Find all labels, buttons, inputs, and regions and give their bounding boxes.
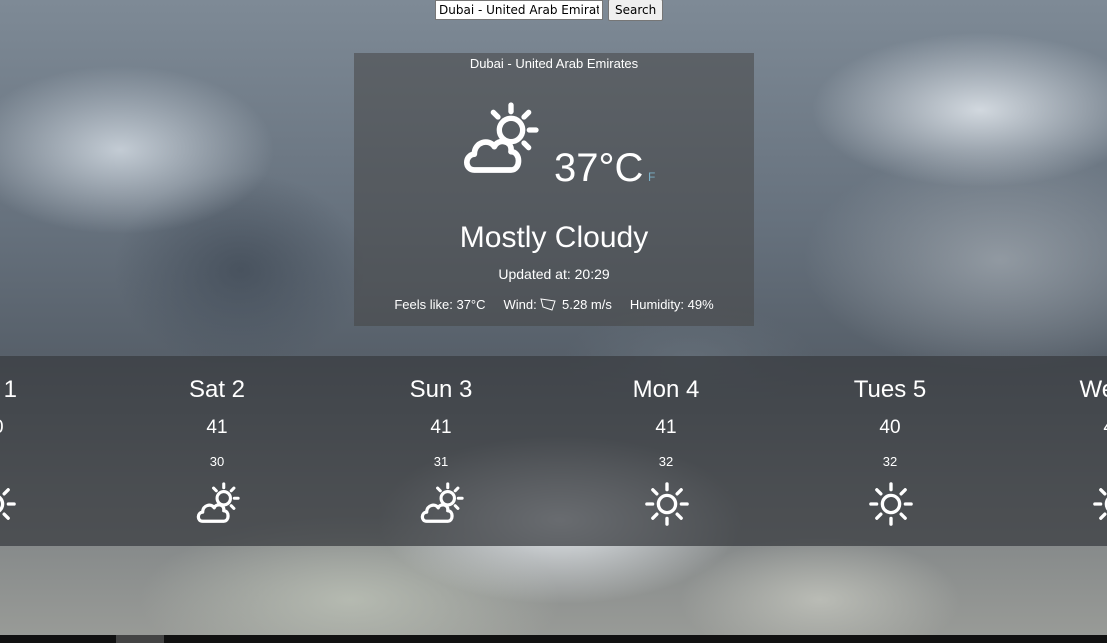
forecast-day-name: Mon 4 xyxy=(632,376,700,403)
sun-icon xyxy=(1092,481,1107,527)
partly-cloudy-icon xyxy=(195,481,241,527)
forecast-day-name: Wed 6 xyxy=(1079,376,1107,403)
updated-time: Updated at: 20:29 xyxy=(498,266,610,282)
forecast-low: 30 xyxy=(0,454,53,469)
condition-text: Mostly Cloudy xyxy=(459,221,649,254)
forecast-low: 32 xyxy=(1054,454,1107,469)
forecast-day-name: Tues 5 xyxy=(853,376,927,403)
wind-direction-icon xyxy=(540,297,557,314)
forecast-high: 40 xyxy=(879,417,901,438)
unit-toggle-link[interactable]: F xyxy=(648,170,655,184)
sun-icon xyxy=(644,481,690,527)
forecast-low: 32 xyxy=(658,454,674,469)
forecast-high: 40 xyxy=(0,417,53,439)
location-title: Dubai - United Arab Emirates xyxy=(469,56,639,71)
current-temperature: 37°C xyxy=(554,146,644,190)
search-bar: Search xyxy=(435,0,664,21)
search-input[interactable] xyxy=(435,0,603,20)
bottom-scrollbar[interactable] xyxy=(0,635,1107,643)
forecast-low: 30 xyxy=(209,454,225,469)
search-button[interactable]: Search xyxy=(608,0,664,21)
wind-label: Wind: xyxy=(503,297,537,312)
forecast-strip: Fri 1 40 30 Sat 2 41 30 Sun 3 41 31 Mon … xyxy=(0,356,1107,546)
forecast-high: 41 xyxy=(206,417,228,438)
feels-like: Feels like: 37°C xyxy=(394,297,486,312)
sun-icon xyxy=(0,481,17,527)
weather-stats: Feels like: 37°C Wind: 5.28 m/s Humidity… xyxy=(354,297,754,314)
forecast-day-name: Sun 3 xyxy=(409,376,473,403)
scrollbar-thumb[interactable] xyxy=(116,635,164,643)
forecast-high: 41 xyxy=(1054,417,1107,439)
partly-cloudy-icon xyxy=(419,481,465,527)
forecast-day-name: Sat 2 xyxy=(188,376,246,403)
forecast-low: 32 xyxy=(882,454,898,469)
wind: Wind: 5.28 m/s xyxy=(504,297,612,314)
wind-speed: 5.28 m/s xyxy=(562,297,612,312)
forecast-day-name: Fri 1 xyxy=(0,376,17,403)
forecast-low: 31 xyxy=(433,454,449,469)
forecast-high: 41 xyxy=(430,417,452,438)
forecast-high: 41 xyxy=(655,417,677,438)
sun-icon xyxy=(868,481,914,527)
current-weather-card: Dubai - United Arab Emirates 37°C F Most… xyxy=(354,53,754,326)
humidity: Humidity: 49% xyxy=(629,297,714,312)
partly-cloudy-icon xyxy=(457,100,545,180)
